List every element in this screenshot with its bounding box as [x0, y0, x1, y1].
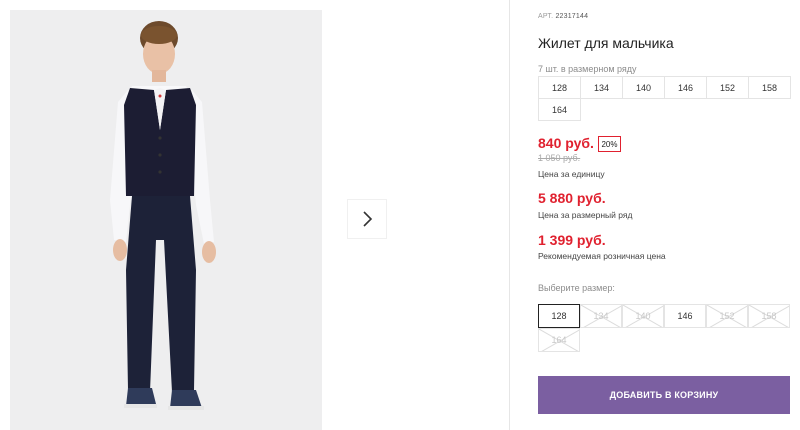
- range-size-cell: 140: [622, 76, 665, 99]
- range-size-cell: 128: [538, 76, 581, 99]
- unit-price: 840 руб.: [538, 135, 594, 151]
- size-option-label: 128: [551, 311, 567, 321]
- size-range-caption: 7 шт. в размерном ряду: [538, 64, 637, 74]
- range-size-cell: 152: [706, 76, 749, 99]
- product-gallery: [0, 0, 510, 430]
- size-option-152[interactable]: 152: [706, 304, 748, 328]
- size-option-128[interactable]: 128: [538, 304, 580, 328]
- product-title: Жилет для мальчика: [538, 35, 674, 51]
- size-option-label: 164: [551, 335, 567, 345]
- size-option-label: 158: [761, 311, 777, 321]
- size-option-label: 140: [635, 311, 651, 321]
- range-size-cell: 164: [538, 98, 581, 121]
- size-option-164[interactable]: 164: [538, 328, 580, 352]
- size-option-label: 134: [593, 311, 609, 321]
- unit-price-note: Цена за единицу: [538, 169, 605, 179]
- range-size-cell: 134: [580, 76, 623, 99]
- choose-size-caption: Выберите размер:: [538, 283, 615, 293]
- range-price: 5 880 руб.: [538, 190, 606, 206]
- product-photo: [10, 10, 322, 430]
- size-option-146[interactable]: 146: [664, 304, 706, 328]
- article-value: 22317144: [555, 13, 589, 20]
- chevron-right-icon: [363, 211, 373, 227]
- size-option-158[interactable]: 158: [748, 304, 790, 328]
- add-to-cart-button[interactable]: ДОБАВИТЬ В КОРЗИНУ: [538, 376, 790, 414]
- discount-badge: 20%: [598, 136, 621, 152]
- size-option-label: 152: [719, 311, 735, 321]
- range-size-cell: 146: [664, 76, 707, 99]
- retail-price: 1 399 руб.: [538, 232, 606, 248]
- article-number: АРТ. 22317144: [538, 13, 588, 20]
- retail-price-note: Рекомендуемая розничная цена: [538, 251, 666, 261]
- size-option-134[interactable]: 134: [580, 304, 622, 328]
- range-price-note: Цена за размерный ряд: [538, 210, 633, 220]
- boy-in-vest-image: [10, 10, 322, 430]
- size-option-140[interactable]: 140: [622, 304, 664, 328]
- gallery-next-button[interactable]: [348, 200, 386, 238]
- article-prefix: АРТ.: [538, 13, 554, 20]
- size-option-label: 146: [677, 311, 693, 321]
- product-info-panel: АРТ. 22317144 Жилет для мальчика 7 шт. в…: [538, 0, 800, 430]
- panel-divider: [509, 0, 510, 430]
- range-size-cell: 158: [748, 76, 791, 99]
- old-price: 1 050 руб.: [538, 153, 581, 163]
